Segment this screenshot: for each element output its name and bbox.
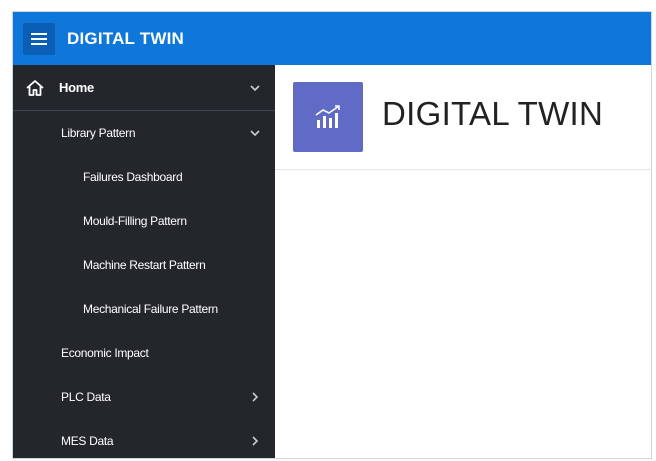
sidebar-item-mes-data[interactable]: MES Data bbox=[13, 419, 275, 458]
app-logo bbox=[293, 82, 363, 152]
sidebar-item-mould-filling-pattern[interactable]: Mould-Filling Pattern bbox=[13, 199, 275, 243]
home-icon bbox=[25, 78, 45, 98]
sidebar-item-failures-dashboard[interactable]: Failures Dashboard bbox=[13, 155, 275, 199]
sidebar-item-label: Mechanical Failure Pattern bbox=[83, 302, 218, 316]
sidebar-item-label: Failures Dashboard bbox=[83, 170, 183, 184]
sidebar-nav: Home Library Pattern Failures Dashboard … bbox=[13, 65, 275, 458]
app-window: DIGITAL TWIN Home Library Pattern Failur… bbox=[12, 11, 652, 459]
chevron-down-icon bbox=[249, 82, 261, 94]
sidebar-item-library-pattern[interactable]: Library Pattern bbox=[13, 111, 275, 155]
chevron-down-icon bbox=[249, 127, 261, 139]
page-header: DIGITAL TWIN bbox=[275, 65, 651, 170]
sidebar-item-label: Mould-Filling Pattern bbox=[83, 214, 187, 228]
sidebar-item-home[interactable]: Home bbox=[13, 65, 275, 111]
sidebar-item-label: MES Data bbox=[61, 434, 114, 448]
sidebar-item-label: Library Pattern bbox=[61, 126, 136, 140]
chevron-right-icon bbox=[249, 391, 261, 403]
app-title[interactable]: DIGITAL TWIN bbox=[67, 29, 184, 49]
sidebar-item-label: PLC Data bbox=[61, 390, 111, 404]
sidebar-item-label: Home bbox=[59, 80, 94, 95]
hamburger-icon bbox=[31, 32, 47, 45]
sidebar-item-machine-restart-pattern[interactable]: Machine Restart Pattern bbox=[13, 243, 275, 287]
chevron-right-icon bbox=[249, 435, 261, 447]
page-title: DIGITAL TWIN bbox=[382, 95, 604, 132]
chart-icon bbox=[315, 105, 340, 128]
sidebar-item-label: Machine Restart Pattern bbox=[83, 258, 206, 272]
sidebar-item-plc-data[interactable]: PLC Data bbox=[13, 375, 275, 419]
menu-toggle-button[interactable] bbox=[23, 22, 55, 55]
top-bar: DIGITAL TWIN bbox=[13, 12, 651, 65]
sidebar-item-economic-impact[interactable]: Economic Impact bbox=[13, 331, 275, 375]
sidebar-item-mechanical-failure-pattern[interactable]: Mechanical Failure Pattern bbox=[13, 287, 275, 331]
sidebar-item-label: Economic Impact bbox=[61, 346, 149, 360]
